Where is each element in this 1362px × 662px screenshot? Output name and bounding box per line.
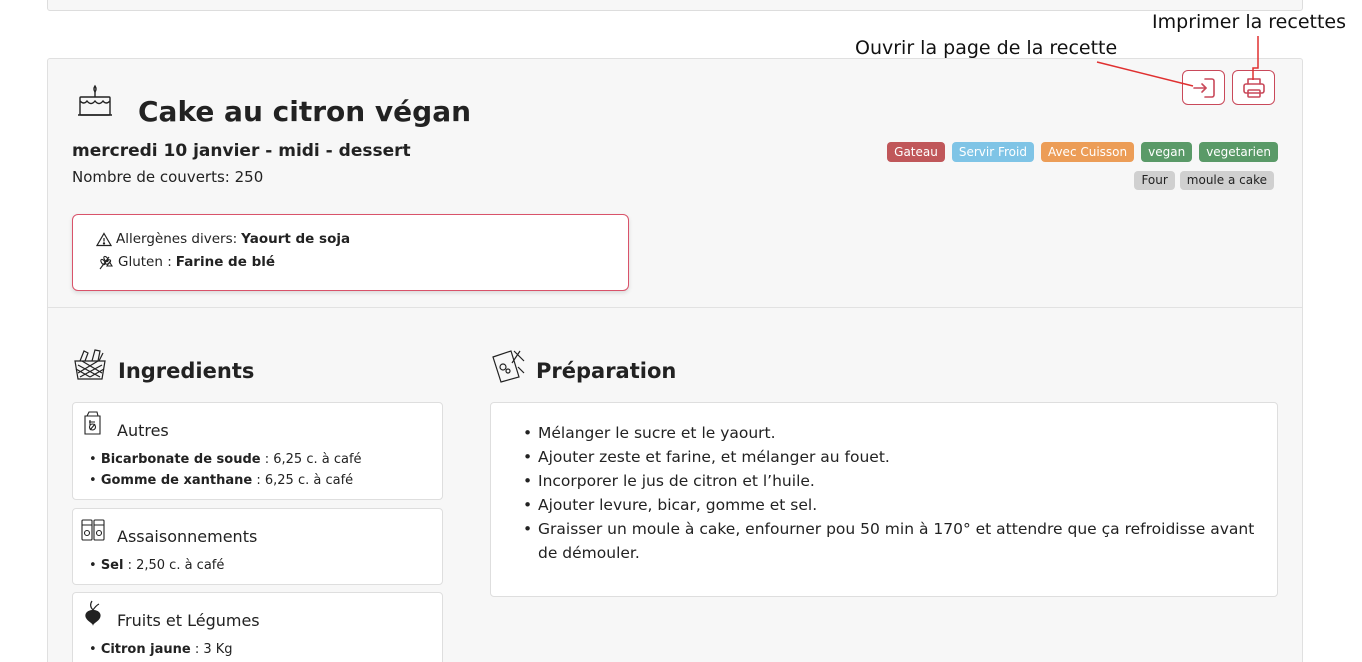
ingredient-group-name: Fruits et Légumes [117, 611, 260, 630]
recipe-date: mercredi 10 janvier - midi - dessert [72, 141, 411, 161]
tag-badge: Avec Cuisson [1040, 142, 1135, 162]
ingredient-group-name: Autres [117, 421, 169, 440]
ingredient-qty: : 6,25 c. à café [260, 452, 362, 467]
ingredient-item: • Bicarbonate de soude : 6,25 c. à café [89, 452, 362, 467]
ingredient-item: • Citron jaune : 3 Kg [89, 642, 233, 657]
warning-icon [96, 231, 112, 246]
equipment-badge: moule a cake [1179, 171, 1274, 190]
preparation-title: Préparation [536, 359, 677, 383]
recipe-tags: Gateau Servir Froid Avec Cuisson vegan v… [887, 142, 1278, 162]
preparation-step: Ajouter zeste et farine, et mélanger au … [523, 445, 1263, 469]
allergen-label: Gluten : [118, 254, 172, 270]
ingredient-name: Sel [100, 558, 124, 573]
ingredient-group: Autres • Bicarbonate de soude : 6,25 c. … [72, 402, 443, 500]
wheat-icon [99, 255, 113, 270]
tag-badge: Servir Froid [951, 142, 1034, 162]
beet-icon [85, 600, 101, 626]
ingredient-group: Fruits et Légumes • Citron jaune : 3 Kg [72, 592, 443, 662]
spice-jars-icon [81, 519, 105, 541]
allergen-alert: Allergènes divers: Yaourt de soja Gluten… [72, 214, 629, 291]
preparation-step: Mélanger le sucre et le yaourt. [523, 421, 1263, 445]
ingredient-name: Gomme de xanthane [100, 473, 253, 488]
ingredient-item: • Gomme de xanthane : 6,25 c. à café [89, 473, 354, 488]
ingredients-title: Ingredients [118, 359, 255, 383]
cooking-icon [492, 350, 525, 383]
annotation-pointers [1096, 36, 1259, 87]
ingredient-item: • Sel : 2,50 c. à café [89, 558, 225, 573]
tag-badge: vegetarien [1199, 142, 1278, 162]
equipment-badge: Four [1134, 171, 1175, 190]
tag-badge: vegan [1141, 142, 1193, 162]
ingredient-group-name: Assaisonnements [117, 527, 258, 546]
allergen-label: Allergènes divers: [116, 231, 238, 247]
allergen-line: Allergènes divers: Yaourt de soja [96, 231, 350, 247]
equipment-tags: Four moule a cake [1134, 171, 1274, 190]
ingredient-qty: : 2,50 c. à café [123, 558, 225, 573]
preparation-step: Incorporer le jus de citron et l’huile. [523, 469, 1263, 493]
ingredient-qty: : 3 Kg [190, 642, 233, 657]
card-divider [48, 307, 1302, 308]
recipe-covers: Nombre de couverts: 250 [72, 168, 264, 186]
annotation-pointer-print [1252, 36, 1259, 80]
preparation-step: Ajouter levure, bicar, gomme et sel. [523, 493, 1263, 517]
annotation-pointer-open [1096, 61, 1194, 87]
allergen-line: Gluten : Farine de blé [96, 253, 275, 271]
preparation-box: Mélanger le sucre et le yaourt. Ajouter … [490, 402, 1278, 597]
allergen-value: Yaourt de soja [241, 231, 351, 247]
allergen-value: Farine de blé [175, 254, 276, 270]
ingredient-group: Assaisonnements • Sel : 2,50 c. à café [72, 508, 443, 585]
preparation-steps: Mélanger le sucre et le yaourt. Ajouter … [523, 421, 1263, 565]
ingredient-qty: : 6,25 c. à café [252, 473, 354, 488]
ingredient-name: Citron jaune [100, 642, 191, 657]
ingredient-name: Bicarbonate de soude [100, 452, 261, 467]
basket-icon [74, 349, 106, 380]
package-icon [84, 411, 101, 435]
recipe-card: Cake au citron végan mercredi 10 janvier… [47, 58, 1303, 662]
preparation-step: Graisser un moule à cake, enfourner pou … [523, 517, 1263, 565]
tag-badge: Gateau [887, 142, 945, 162]
